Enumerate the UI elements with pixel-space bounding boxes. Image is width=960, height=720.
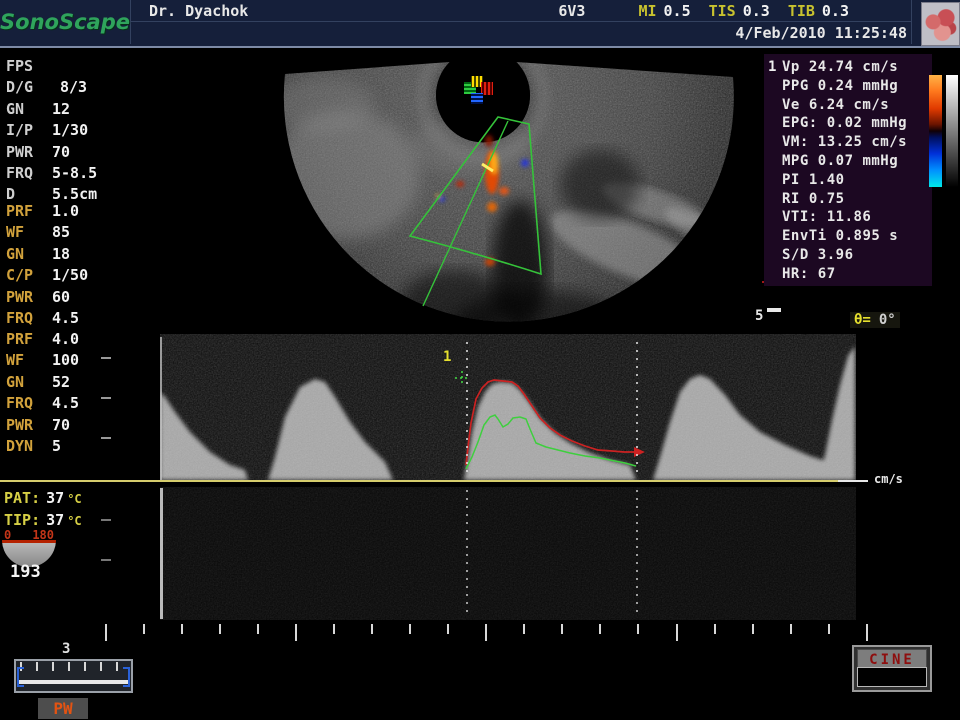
param-row: FRQ4.5 [6, 308, 156, 329]
param-row: WF100 [6, 350, 156, 371]
header-bar: SonoScape Dr. Dyachok 6V3 MI 0.5 TIS 0.3… [0, 0, 960, 48]
header-divider [911, 0, 912, 44]
param-row: PRF1.0 [6, 201, 156, 222]
measurement-row: EPG:0.02 mmHg [768, 114, 932, 133]
cine-ruler-ticks [20, 662, 128, 671]
tib-value: 0.3 [822, 2, 849, 20]
active-mode-chip: PW [38, 698, 88, 719]
measurement-row: S/D3.96 [768, 246, 932, 265]
mi-label: MI [638, 2, 656, 20]
acoustic-indices: MI 0.5 TIS 0.3 TIB 0.3 [620, 2, 849, 20]
measurement-row: RI0.75 [768, 190, 932, 209]
param-row: GN52 [6, 372, 156, 393]
tip-temp: TIP:37°C [4, 511, 82, 529]
tib-label: TIB [788, 2, 815, 20]
cine-button[interactable]: CINE [852, 645, 932, 692]
body-mark-thumbnail[interactable] [921, 2, 960, 46]
baseline-unit-label: cm/s [874, 472, 903, 486]
datetime: 4/Feb/2010 11:25:48 [735, 24, 907, 42]
header-row-2: 4/Feb/2010 11:25:48 [131, 22, 911, 44]
measurement-results-panel: 1Vp24.74 cm/s PPG0.24 mmHg Ve6.24 cm/s E… [764, 54, 932, 286]
velocity-scale-label: 5 [755, 308, 781, 324]
measurement-row: EnvTi0.895 s [768, 227, 932, 246]
measurement-row: PPG0.24 mmHg [768, 77, 932, 96]
physician-name: Dr. Dyachok [149, 2, 248, 20]
mi-value: 0.5 [664, 2, 691, 20]
cine-scrollbar[interactable] [14, 659, 133, 693]
param-row: PWR70 [6, 415, 156, 436]
probe-label: 6V3 [558, 2, 585, 20]
cine-range-bracket-right[interactable] [123, 667, 130, 687]
ultrasound-screen: SonoScape Dr. Dyachok 6V3 MI 0.5 TIS 0.3… [0, 0, 960, 720]
spectral-display-lower [160, 487, 856, 620]
cine-frame-label: 3 [62, 641, 70, 657]
param-row: D/G8/3 [6, 77, 156, 98]
param-row: FPS [6, 56, 156, 77]
param-row: GN12 [6, 99, 156, 120]
param-row: GN18 [6, 244, 156, 265]
cine-button-display [857, 667, 927, 687]
param-row: DYN5 [6, 436, 156, 457]
patient-temp: PAT:37°C [4, 489, 82, 507]
measurement-row: 1Vp24.74 cm/s [768, 58, 932, 77]
measurement-row: Ve6.24 cm/s [768, 96, 932, 115]
color-mode-params: PRF1.0 WF85 GN18 C/P1/50 PWR60 FRQ4.5 [6, 201, 156, 329]
beat-marker-label: 1 [443, 349, 451, 365]
measurement-row: HR:67 [768, 265, 932, 284]
measurement-marker: 1 [768, 58, 782, 77]
param-row: PRF4.0 [6, 329, 156, 350]
param-row: PWR60 [6, 287, 156, 308]
tis-value: 0.3 [743, 2, 770, 20]
pw-mode-params: PRF4.0 WF100 GN52 FRQ4.5 PWR70 DYN5 [6, 329, 156, 457]
spectral-baseline [0, 480, 868, 482]
spectral-display [160, 334, 856, 481]
header-row-1: Dr. Dyachok 6V3 MI 0.5 TIS 0.3 TIB 0.3 [131, 0, 911, 22]
measurement-row: VTI:11.86 [768, 208, 932, 227]
b-mode-image [250, 37, 750, 370]
param-row: C/P1/50 [6, 265, 156, 286]
param-row: FRQ4.5 [6, 393, 156, 414]
brand-logo: SonoScape [0, 0, 131, 44]
param-row: FRQ5-8.5 [6, 163, 156, 184]
time-axis-ticks [106, 624, 867, 641]
b-mode-params: FPS D/G8/3 GN12 I/P1/30 PWR70 FRQ5-8.5 D… [6, 56, 156, 206]
param-row: I/P1/30 [6, 120, 156, 141]
measurement-row: VM:13.25 cm/s [768, 133, 932, 152]
measurement-row: MPG0.07 mmHg [768, 152, 932, 171]
scale-tick-icon [767, 308, 781, 312]
probe-angle-value: 193 [10, 562, 41, 582]
measurement-row: PI1.40 [768, 171, 932, 190]
angle-correction-label: θ=0° [850, 312, 900, 328]
color-doppler-colorbar [929, 75, 942, 187]
tis-label: TIS [709, 2, 736, 20]
param-row: WF85 [6, 222, 156, 243]
grayscale-bar [946, 75, 958, 187]
cine-scrollbar-thumb[interactable] [19, 680, 128, 684]
cine-range-bracket-left[interactable] [17, 667, 24, 687]
param-row: PWR70 [6, 142, 156, 163]
